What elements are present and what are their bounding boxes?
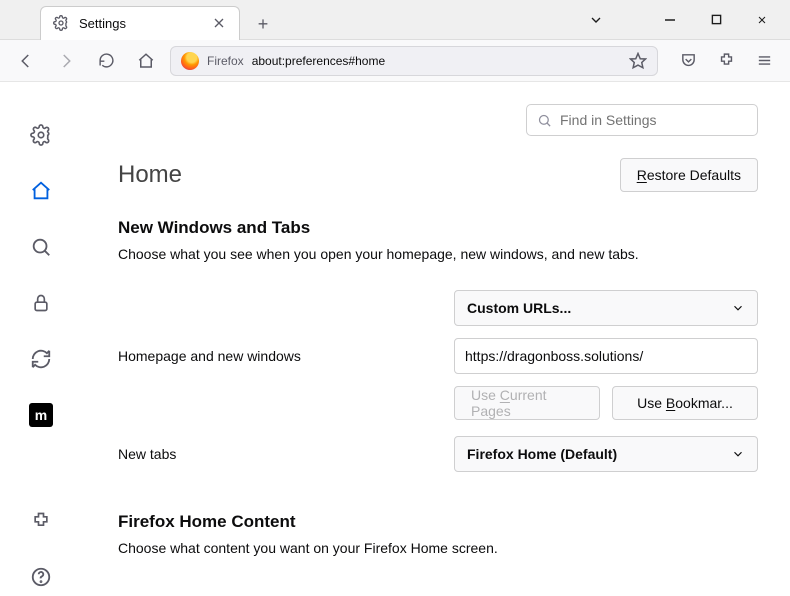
sidebar-item-general[interactable] — [21, 116, 61, 154]
new-tab-button[interactable]: + — [248, 10, 278, 40]
chevron-down-icon[interactable] — [578, 2, 614, 38]
maximize-button[interactable] — [698, 2, 734, 38]
search-placeholder: Find in Settings — [560, 112, 657, 128]
gear-icon — [53, 15, 69, 31]
home-icon — [30, 180, 52, 202]
homepage-label: Homepage and new windows — [118, 348, 454, 364]
window-controls — [578, 2, 790, 38]
sidebar-item-privacy[interactable] — [21, 284, 61, 322]
section-heading-new-windows: New Windows and Tabs — [118, 218, 758, 238]
sidebar-item-search[interactable] — [21, 228, 61, 266]
app-menu-button[interactable] — [748, 45, 780, 77]
tab-settings[interactable]: Settings — [40, 6, 240, 40]
sidebar-item-home[interactable] — [21, 172, 61, 210]
forward-button[interactable] — [50, 45, 82, 77]
tab-strip: Settings + — [40, 0, 278, 40]
page-title: Home — [118, 161, 182, 189]
settings-sidebar: m — [0, 82, 82, 596]
lock-icon — [31, 292, 51, 314]
search-input[interactable]: Find in Settings — [526, 104, 758, 136]
select-value: Firefox Home (Default) — [467, 446, 617, 462]
sidebar-item-mozilla[interactable]: m — [21, 396, 61, 434]
section-heading-home-content: Firefox Home Content — [118, 512, 758, 532]
newtabs-select[interactable]: Firefox Home (Default) — [454, 436, 758, 472]
section-description-home-content: Choose what content you want on your Fir… — [118, 540, 758, 556]
sidebar-item-help[interactable] — [21, 558, 61, 596]
minimize-button[interactable] — [652, 2, 688, 38]
close-icon[interactable] — [211, 15, 227, 31]
url-text: about:preferences#home — [252, 54, 385, 68]
bookmark-star-icon[interactable] — [629, 52, 647, 70]
search-icon — [537, 113, 552, 128]
extensions-button[interactable] — [710, 45, 742, 77]
pocket-button[interactable] — [672, 45, 704, 77]
homepage-mode-select[interactable]: Custom URLs... — [454, 290, 758, 326]
reload-button[interactable] — [90, 45, 122, 77]
chevron-down-icon — [731, 447, 745, 461]
preferences-main: Find in Settings Home Restore Defaults N… — [82, 82, 790, 596]
preferences-content: m Find in Settings Home Restore Defaults… — [0, 82, 790, 596]
homepage-url-input[interactable] — [454, 338, 758, 374]
tab-title: Settings — [79, 16, 126, 31]
puzzle-icon — [31, 511, 51, 531]
back-button[interactable] — [10, 45, 42, 77]
newtabs-label: New tabs — [118, 446, 454, 462]
home-button[interactable] — [130, 45, 162, 77]
close-window-button[interactable] — [744, 2, 780, 38]
section-description: Choose what you see when you open your h… — [118, 246, 758, 262]
window-titlebar: Settings + — [0, 0, 790, 40]
use-bookmark-button[interactable]: Use Bookmar... — [612, 386, 758, 420]
restore-defaults-button[interactable]: Restore Defaults — [620, 158, 758, 192]
url-bar[interactable]: Firefox about:preferences#home — [170, 46, 658, 76]
sidebar-item-sync[interactable] — [21, 340, 61, 378]
chevron-down-icon — [731, 301, 745, 315]
mozilla-icon: m — [29, 403, 53, 427]
use-current-pages-button[interactable]: Use Current Pages — [454, 386, 600, 420]
gear-icon — [30, 124, 52, 146]
firefox-logo-icon — [181, 52, 199, 70]
select-value: Custom URLs... — [467, 300, 571, 316]
search-icon — [30, 236, 52, 258]
sidebar-item-extensions[interactable] — [21, 502, 61, 540]
identity-label: Firefox — [207, 54, 244, 68]
help-icon — [30, 566, 52, 588]
sync-icon — [30, 348, 52, 370]
navigation-toolbar: Firefox about:preferences#home — [0, 40, 790, 82]
